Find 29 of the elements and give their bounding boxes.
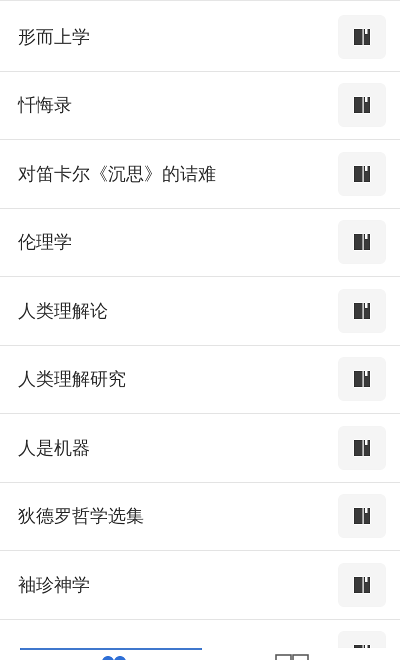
book-icon <box>353 370 371 388</box>
read-button[interactable] <box>338 83 386 128</box>
read-button[interactable] <box>338 426 386 470</box>
book-title: 人类理解研究 <box>18 368 126 392</box>
read-button[interactable] <box>338 152 386 196</box>
book-icon <box>353 28 371 46</box>
book-icon <box>353 507 371 526</box>
grid-icon <box>100 654 128 660</box>
book-icon <box>353 96 371 114</box>
book-icon <box>353 164 371 183</box>
book-title: 对笛卡尔《沉思》的诘难 <box>18 162 216 186</box>
book-title: 形而上学 <box>18 26 90 49</box>
book-title: 人类理解论 <box>18 300 108 323</box>
book-title: 人是机器 <box>18 436 90 460</box>
book-icon <box>353 302 371 320</box>
book-title: 忏悔录 <box>18 94 72 118</box>
book-title: 狄德罗哲学选集 <box>18 505 144 528</box>
read-button[interactable] <box>338 14 386 59</box>
book-icon <box>353 438 371 457</box>
book-icon <box>275 654 309 660</box>
book-icon <box>353 233 371 252</box>
read-button[interactable] <box>338 357 386 402</box>
book-icon <box>353 576 371 594</box>
read-button[interactable] <box>338 562 386 607</box>
book-title: 伦理学 <box>18 231 72 254</box>
read-button[interactable] <box>338 494 386 538</box>
read-button[interactable] <box>338 220 386 264</box>
read-button[interactable] <box>338 288 386 333</box>
book-title: 袖珍神学 <box>18 574 90 597</box>
